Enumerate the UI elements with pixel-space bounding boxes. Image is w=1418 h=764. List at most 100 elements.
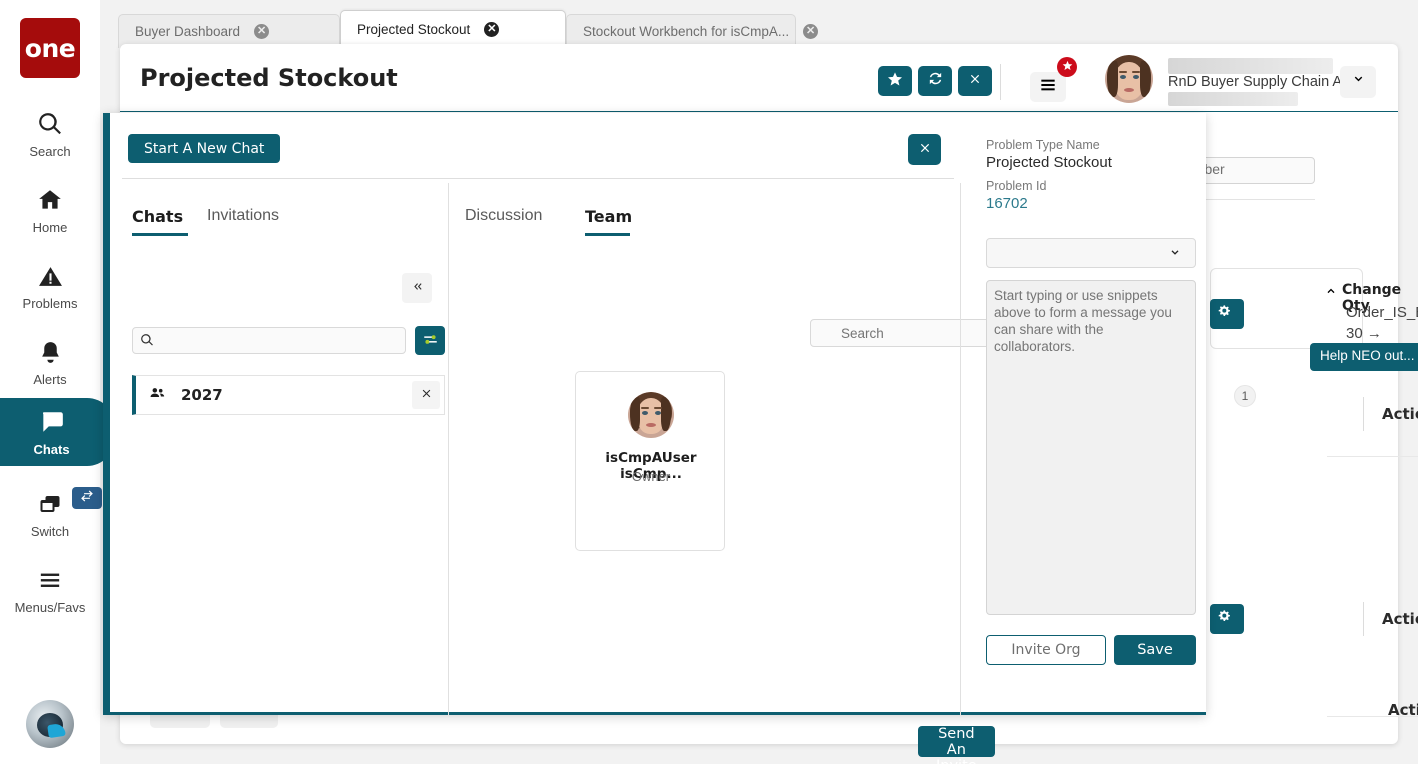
sidebar-item-home[interactable]: Home [0, 172, 100, 248]
tab-label: Stockout Workbench for isCmpA... [583, 24, 790, 39]
sidebar-label-problems: Problems [22, 296, 78, 311]
redacted-org-line-bottom [1168, 92, 1298, 106]
divider [1363, 397, 1364, 431]
chat-modal-close-button[interactable] [908, 134, 941, 165]
tab-team[interactable]: Team [585, 207, 632, 226]
gear-chip-2[interactable] [1210, 604, 1244, 634]
invite-org-button[interactable]: Invite Org [986, 635, 1106, 665]
left-nav-rail: one Search Home Problems Alerts Chats Sw… [0, 0, 115, 764]
tab-team-underline [585, 233, 630, 236]
actions-row-1: Actions [1382, 400, 1418, 428]
divider [1327, 456, 1418, 457]
user-menu-caret-button[interactable] [1340, 66, 1376, 98]
actions-row-2: Actions [1382, 605, 1418, 633]
start-a-new-chat-button[interactable]: Start A New Chat [128, 134, 281, 163]
chats-filter-button[interactable] [415, 326, 445, 355]
save-button[interactable]: Save [1114, 635, 1196, 665]
problem-type-value: Projected Stockout [986, 154, 1112, 171]
tab-label: Projected Stockout [357, 22, 471, 37]
chat-modal: Start A New Chat Chats Invitations 2027 … [103, 113, 1206, 764]
collapse-panel-button[interactable] [402, 273, 432, 303]
group-users-icon [148, 385, 167, 406]
page-header: Projected Stockout RnD Buyer Supply Chai… [120, 44, 1398, 112]
x-icon [420, 387, 433, 403]
switch-org-badge-button[interactable] [72, 487, 102, 509]
team-member-card[interactable]: isCmpAUser isCmp... Owner [575, 371, 725, 551]
refresh-icon [927, 70, 944, 92]
tab-buyer-dashboard[interactable]: Buyer Dashboard ✕ [118, 14, 340, 48]
neo-avatar-accent [47, 722, 66, 739]
list-item[interactable]: 2027 [132, 375, 445, 415]
gear-chip-1[interactable] [1210, 299, 1244, 329]
actions-label: Actions [1382, 405, 1418, 423]
team-panel: Discussion Team Search isCmpAUser isCmp.… [465, 179, 1044, 764]
refresh-button[interactable] [918, 66, 952, 96]
tab-chats[interactable]: Chats [132, 207, 183, 226]
sidebar-label-alerts: Alerts [33, 372, 67, 387]
bell-icon [35, 337, 65, 367]
header-menu-button[interactable] [1030, 72, 1066, 102]
divider [448, 183, 449, 715]
chevron-up-icon[interactable] [1324, 284, 1338, 303]
home-icon [35, 185, 65, 215]
help-neo-chip[interactable]: Help NEO out... [1310, 343, 1418, 371]
sidebar-item-alerts[interactable]: Alerts [0, 324, 100, 400]
avatar[interactable] [1105, 55, 1153, 103]
favorite-button[interactable] [878, 66, 912, 96]
browser-tab-bar: Buyer Dashboard ✕ Projected Stockout ✕ S… [100, 0, 1418, 48]
problem-detail-panel: Problem Type Name Projected Stockout Pro… [976, 133, 1206, 713]
sidebar-item-chats[interactable]: Chats [0, 398, 115, 466]
star-icon [1062, 58, 1073, 76]
tab-discussion[interactable]: Discussion [465, 207, 542, 225]
chat-bubble-icon [37, 407, 67, 437]
message-input[interactable] [986, 280, 1196, 615]
double-chevron-left-icon [410, 280, 425, 296]
tab-close-icon[interactable]: ✕ [803, 24, 819, 39]
header-divider [1000, 64, 1001, 100]
tab-close-icon[interactable]: ✕ [254, 24, 270, 39]
star-icon [887, 71, 903, 92]
change-qty-order: Order_IS_BPW. [1346, 304, 1418, 321]
page-title: Projected Stockout [140, 64, 398, 92]
chats-search-input[interactable] [132, 327, 406, 354]
tab-stockout-workbench[interactable]: Stockout Workbench for isCmpA... ✕ [566, 14, 819, 48]
sidebar-item-menus-favs[interactable]: Menus/Favs [0, 552, 100, 628]
sidebar-item-problems[interactable]: Problems [0, 248, 100, 324]
avatar [628, 392, 674, 438]
gear-badge-1: 1 [1234, 385, 1256, 407]
sidebar-label-switch: Switch [30, 524, 70, 539]
close-page-button[interactable] [958, 66, 992, 96]
chats-search-wrapper [132, 327, 406, 354]
hamburger-icon [1039, 77, 1057, 98]
problem-id-value[interactable]: 16702 [986, 195, 1028, 212]
team-member-role: Owner [631, 469, 671, 484]
windows-stack-icon [35, 489, 65, 519]
sidebar-label-menus-favs: Menus/Favs [14, 600, 86, 615]
redacted-org-line-top [1168, 58, 1333, 74]
sidebar-label-home: Home [32, 220, 68, 235]
problem-id-label: Problem Id [986, 179, 1047, 193]
search-icon [140, 333, 154, 352]
tab-chats-underline [132, 233, 188, 236]
neo-assistant-avatar[interactable] [26, 700, 74, 748]
tab-invitations[interactable]: Invitations [207, 207, 279, 225]
brand-logo[interactable]: one [20, 18, 80, 78]
snippet-select[interactable] [986, 238, 1196, 268]
tab-label: Buyer Dashboard [135, 24, 241, 39]
avatar-face [628, 392, 674, 438]
gears-icon [1218, 304, 1236, 325]
sidebar-label-search: Search [29, 144, 71, 159]
remove-chat-button[interactable] [412, 381, 440, 409]
tab-projected-stockout[interactable]: Projected Stockout ✕ [340, 10, 566, 48]
chats-list-panel: Chats Invitations 2027 [122, 179, 449, 715]
send-an-invite-button[interactable]: Send An Invite [918, 726, 995, 764]
sidebar-item-search[interactable]: Search [0, 96, 100, 172]
problem-type-label: Problem Type Name [986, 138, 1100, 152]
gears-icon [1218, 609, 1236, 630]
actions-label: Actions [1388, 701, 1418, 719]
avatar-face [1105, 55, 1153, 103]
divider [960, 183, 961, 715]
actions-row-3: Actions [1388, 696, 1418, 724]
tab-close-icon[interactable]: ✕ [484, 22, 500, 37]
x-icon [918, 141, 932, 158]
